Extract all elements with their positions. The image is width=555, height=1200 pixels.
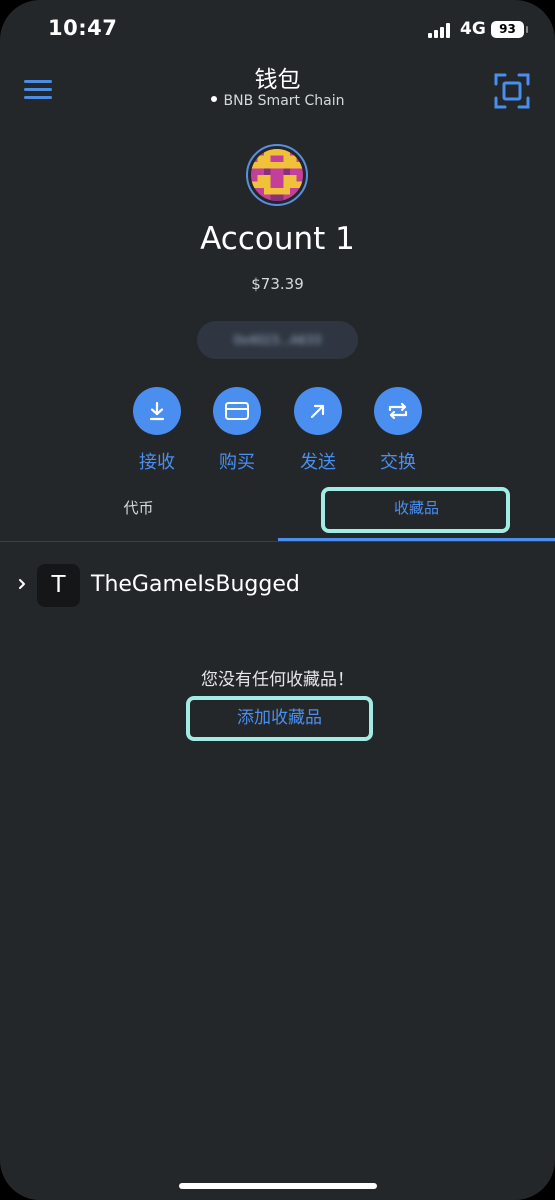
page-title: 钱包: [254, 67, 301, 93]
buy-label: 购买: [219, 452, 255, 473]
collection-row[interactable]: T TheGameIsBugged: [0, 560, 555, 612]
account-avatar[interactable]: [246, 144, 308, 206]
account-balance: $73.39: [251, 275, 304, 293]
tab-highlight-box: [321, 487, 510, 533]
empty-state-message: 您没有任何收藏品！: [201, 670, 354, 690]
card-icon: [213, 387, 261, 435]
receive-label: 接收: [139, 452, 175, 473]
add-collectible-link[interactable]: 添加收藏品: [186, 696, 373, 741]
battery-indicator: 93: [491, 21, 528, 38]
buy-button[interactable]: 购买: [204, 387, 270, 474]
tab-tokens[interactable]: 代币: [0, 488, 277, 540]
network-type: 4G: [460, 19, 486, 39]
swap-icon: [374, 387, 422, 435]
scan-qr-icon[interactable]: [494, 73, 530, 109]
chevron-right-icon: [19, 579, 25, 589]
network-selector[interactable]: BNB Smart Chain: [0, 93, 555, 109]
send-button[interactable]: 发送: [285, 387, 351, 474]
home-indicator[interactable]: [179, 1183, 377, 1189]
account-name[interactable]: Account 1: [0, 221, 555, 257]
download-icon: [133, 387, 181, 435]
swap-button[interactable]: 交换: [365, 387, 431, 474]
account-address-pill[interactable]: 0x4023...A633: [197, 321, 358, 359]
wallet-screen: 10:47 4G 93 钱包 BNB Smart Chain Account 1…: [0, 0, 555, 1200]
collection-avatar: T: [37, 564, 80, 607]
receive-button[interactable]: 接收: [124, 387, 190, 474]
swap-label: 交换: [380, 452, 416, 473]
arrow-up-right-icon: [294, 387, 342, 435]
network-dot-icon: [210, 96, 217, 102]
collection-name: TheGameIsBugged: [91, 572, 300, 597]
signal-icon: [428, 22, 454, 38]
tab-divider: [0, 541, 555, 542]
status-time: 10:47: [48, 16, 118, 40]
account-address: 0x4023...A633: [233, 333, 322, 347]
network-name: BNB Smart Chain: [223, 93, 345, 109]
send-label: 发送: [300, 452, 336, 473]
